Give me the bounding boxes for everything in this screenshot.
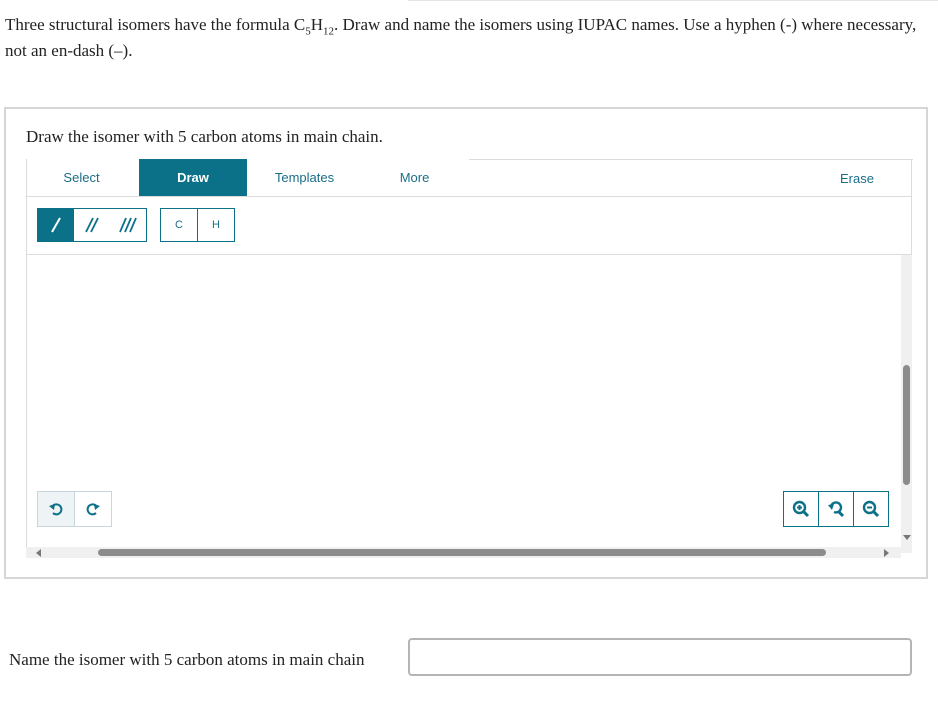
undo-icon[interactable] — [38, 492, 74, 526]
reset-zoom-icon[interactable] — [818, 492, 853, 526]
horizontal-scrollbar[interactable] — [26, 547, 901, 558]
drawing-canvas[interactable] — [26, 255, 912, 549]
draw-tools-bar: C H — [26, 197, 912, 255]
horizontal-scroll-thumb[interactable] — [98, 549, 826, 556]
answer-label: Name the isomer with 5 carbon atoms in m… — [9, 650, 365, 669]
atom-hydrogen-button[interactable]: H — [197, 209, 234, 241]
bond-tools — [37, 208, 147, 242]
history-controls — [37, 491, 112, 527]
scroll-right-arrow-icon[interactable] — [884, 549, 889, 557]
vertical-scroll-thumb[interactable] — [903, 365, 910, 485]
panel-title: Draw the isomer with 5 carbon atoms in m… — [26, 127, 383, 146]
zoom-in-icon[interactable] — [784, 492, 818, 526]
molecule-editor: Select Draw Templates More Erase C H — [26, 159, 913, 569]
atom-carbon-button[interactable]: C — [161, 209, 197, 241]
tab-select[interactable]: Select — [39, 159, 124, 196]
isomer-name-input[interactable] — [408, 638, 912, 676]
scroll-left-arrow-icon[interactable] — [36, 549, 41, 557]
question-text: Three structural isomers have the formul… — [5, 15, 917, 60]
scroll-down-arrow-icon[interactable] — [903, 535, 911, 540]
vertical-scrollbar[interactable] — [901, 255, 912, 553]
tab-templates[interactable]: Templates — [262, 159, 347, 196]
redo-icon[interactable] — [74, 492, 111, 526]
tab-more[interactable]: More — [377, 159, 452, 196]
drawing-panel: Draw the isomer with 5 carbon atoms in m… — [4, 107, 928, 579]
erase-button[interactable]: Erase — [827, 160, 887, 197]
single-bond-icon[interactable] — [38, 209, 74, 241]
tab-draw[interactable]: Draw — [139, 159, 247, 196]
double-bond-icon[interactable] — [74, 209, 110, 241]
zoom-controls — [783, 491, 889, 527]
triple-bond-icon[interactable] — [110, 209, 146, 241]
top-divider — [408, 0, 938, 1]
zoom-out-icon[interactable] — [853, 492, 888, 526]
atom-tools: C H — [160, 208, 235, 242]
editor-toolbar: Select Draw Templates More Erase — [26, 159, 913, 197]
